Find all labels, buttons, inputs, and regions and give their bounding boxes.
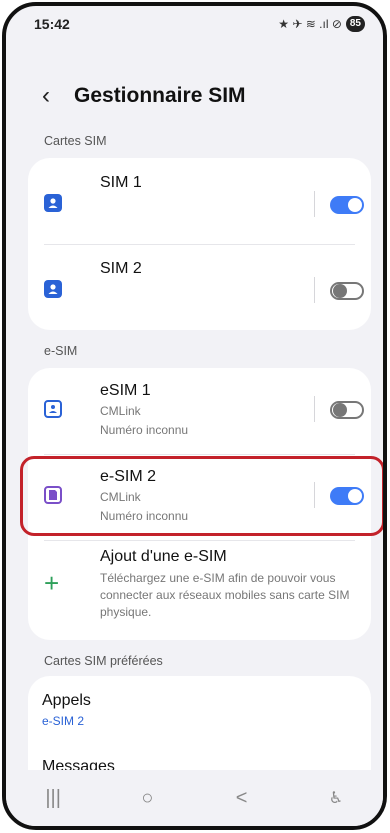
esim-icon xyxy=(44,400,62,418)
toggle-knob xyxy=(333,284,347,298)
esim-1-toggle[interactable] xyxy=(330,401,364,419)
plus-icon: + xyxy=(44,568,60,598)
recents-icon[interactable]: ||| xyxy=(23,787,83,810)
divider xyxy=(314,396,315,422)
sim-card-icon xyxy=(44,194,62,212)
add-esim-description: Téléchargez une e-SIM afin de pouvoir vo… xyxy=(100,571,350,619)
sim-1-toggle[interactable] xyxy=(330,196,364,214)
divider xyxy=(314,277,315,303)
toggle-knob xyxy=(348,198,362,212)
sim-number-redacted xyxy=(100,194,240,230)
section-label-esim: e-SIM xyxy=(44,344,78,358)
esim-name: eSIM 1 xyxy=(100,382,151,399)
esim-carrier: CMLink xyxy=(100,404,141,418)
highlight-frame xyxy=(20,456,383,536)
header: ‹ Gestionnaire SIM xyxy=(42,78,363,114)
add-esim-row[interactable]: + Ajout d'une e-SIM Téléchargez une e-SI… xyxy=(28,540,371,640)
back-icon[interactable]: < xyxy=(212,787,272,810)
status-bar: 15:42 ★ ✈ ≋ .ıl ⊘ 85 xyxy=(6,6,383,42)
sim-cards-card: SIM 1 SIM 2 xyxy=(28,158,371,330)
chevron-left-icon[interactable]: ‹ xyxy=(42,84,56,108)
nav-bar: ||| ○ < ♿ xyxy=(6,770,383,826)
status-time: 15:42 xyxy=(34,16,70,32)
status-indicator-icons: ★ ✈ ≋ .ıl ⊘ xyxy=(278,17,342,31)
sim-name: SIM 2 xyxy=(100,260,142,277)
phone-frame: 15:42 ★ ✈ ≋ .ıl ⊘ 85 ‹ Gestionnaire SIM … xyxy=(2,2,387,830)
esim-row-1[interactable]: eSIM 1 CMLink Numéro inconnu xyxy=(28,368,371,454)
sim-name: SIM 1 xyxy=(100,174,142,191)
sim-2-toggle[interactable] xyxy=(330,282,364,300)
sim-row-1[interactable]: SIM 1 xyxy=(28,158,371,244)
battery-icon: 85 xyxy=(345,16,365,32)
esim-number: Numéro inconnu xyxy=(100,423,189,437)
preferred-calls[interactable]: Appels e-SIM 2 xyxy=(28,676,371,734)
toggle-knob xyxy=(333,403,347,417)
add-esim-title: Ajout d'une e-SIM xyxy=(100,548,227,565)
section-label-sim-cards: Cartes SIM xyxy=(44,134,107,148)
calls-label: Appels xyxy=(42,692,91,709)
status-icons: ★ ✈ ≋ .ıl ⊘ 85 xyxy=(278,16,365,32)
page-title: Gestionnaire SIM xyxy=(74,84,246,107)
sim-row-2[interactable]: SIM 2 xyxy=(28,244,371,330)
accessibility-icon[interactable]: ♿ xyxy=(306,788,366,808)
section-label-preferred: Cartes SIM préférées xyxy=(44,654,163,668)
home-icon[interactable]: ○ xyxy=(117,787,177,810)
divider xyxy=(314,191,315,217)
sim-card-icon xyxy=(44,280,62,298)
sim-number-redacted xyxy=(100,280,240,316)
calls-value: e-SIM 2 xyxy=(42,714,85,728)
